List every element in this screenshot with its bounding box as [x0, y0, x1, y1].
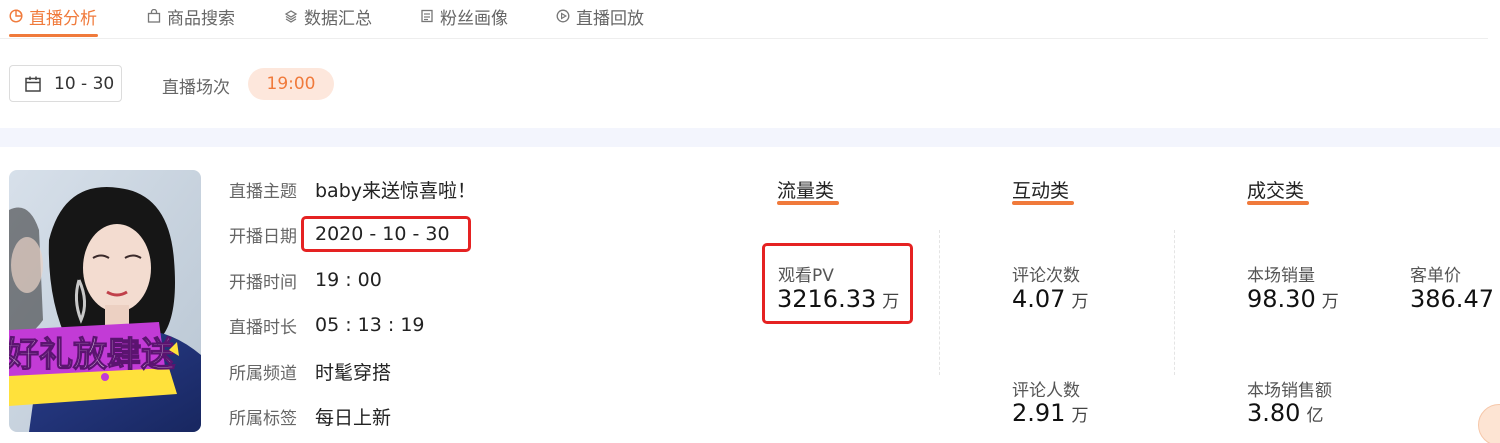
info-label: 所属频道: [229, 363, 297, 384]
category-title-traffic: 流量类: [777, 180, 835, 202]
info-label: 直播主题: [229, 181, 297, 202]
live-cover-image: 好礼放肆送: [9, 170, 201, 432]
play-circle-icon: [556, 9, 570, 23]
info-row-duration: 直播时长 05 : 13 : 19: [229, 312, 425, 338]
tab-live-analysis[interactable]: 直播分析: [9, 3, 97, 29]
info-label: 直播时长: [229, 317, 297, 338]
metric-unit: 万: [1071, 292, 1089, 312]
database-icon: [284, 10, 298, 23]
metric-label-sales-amount: 本场销售额: [1247, 381, 1332, 401]
profile-card-icon: [421, 9, 433, 23]
tab-live-replay[interactable]: 直播回放: [556, 3, 644, 29]
info-value: 每日上新: [315, 406, 392, 429]
metric-label-sales-volume: 本场销量: [1247, 266, 1315, 286]
metric-number: 98.30: [1247, 285, 1316, 313]
column-divider: [1174, 230, 1175, 375]
column-divider: [939, 230, 940, 375]
host-photo: 好礼放肆送: [9, 170, 201, 432]
tab-label: 数据汇总: [304, 8, 372, 29]
pie-chart-icon: [9, 9, 23, 23]
tab-label: 商品搜索: [167, 8, 235, 29]
active-tab-indicator: [9, 34, 98, 37]
live-analysis-page: 直播分析 商品搜索 数据汇总 粉丝画像 直播回放 10 - 30 直播场次 19…: [0, 0, 1500, 443]
category-title-deal: 成交类: [1247, 180, 1305, 202]
info-row-tag: 所属标签 每日上新: [229, 403, 391, 429]
info-row-theme: 直播主题 baby来送惊喜啦！: [229, 176, 476, 202]
tab-fan-profile[interactable]: 粉丝画像: [420, 3, 508, 29]
calendar-icon: [25, 76, 41, 92]
metric-value-comment-count: 4.07 万: [1012, 285, 1088, 313]
metric-label-avg-order-price: 客单价: [1410, 266, 1461, 286]
info-value: 时髦穿搭: [315, 361, 392, 384]
tab-data-summary[interactable]: 数据汇总: [284, 3, 372, 29]
info-label: 开播时间: [229, 272, 297, 293]
metric-unit: 万: [1321, 292, 1339, 312]
category-underline: [1012, 201, 1074, 205]
info-label: 所属标签: [229, 408, 297, 429]
tab-bar: 直播分析 商品搜索 数据汇总 粉丝画像 直播回放: [0, 0, 1488, 39]
category-underline: [777, 201, 839, 205]
section-divider-band: [0, 128, 1500, 147]
metric-value-sales-amount: 3.80 亿: [1247, 399, 1323, 427]
floating-helper-button[interactable]: [1478, 404, 1500, 443]
metric-value-avg-order-price: 386.47: [1410, 285, 1494, 313]
session-label: 直播场次: [162, 78, 230, 98]
date-value: 10 - 30: [54, 73, 115, 94]
metric-unit: 万: [1071, 406, 1089, 426]
session-time-pill[interactable]: 19:00: [248, 68, 334, 100]
metric-value-commenters: 2.91 万: [1012, 399, 1088, 427]
tab-label: 直播分析: [29, 8, 97, 29]
category-underline: [1247, 201, 1309, 205]
metric-label-comment-count: 评论次数: [1012, 266, 1080, 286]
info-value: baby来送惊喜啦！: [315, 179, 477, 202]
info-row-start-time: 开播时间 19 : 00: [229, 267, 382, 293]
metric-number: 4.07: [1012, 285, 1066, 313]
metric-value-sales-volume: 98.30 万: [1247, 285, 1339, 313]
metric-label-commenters: 评论人数: [1012, 381, 1080, 401]
metric-number: 3.80: [1247, 399, 1301, 427]
category-title-interaction: 互动类: [1012, 180, 1070, 202]
metric-number: 386.47: [1410, 285, 1494, 313]
info-value: 19 : 00: [315, 269, 382, 291]
info-row-channel: 所属频道 时髦穿搭: [229, 358, 391, 384]
cover-banner-text: 好礼放肆送: [9, 335, 175, 375]
bag-icon: [147, 9, 161, 23]
date-picker-button[interactable]: 10 - 30: [9, 65, 122, 102]
tab-label: 粉丝画像: [440, 8, 508, 29]
metric-unit: 亿: [1306, 406, 1324, 426]
metric-number: 2.91: [1012, 399, 1066, 427]
tab-product-search[interactable]: 商品搜索: [147, 3, 235, 29]
start-date-highlight-box: [301, 216, 471, 252]
info-value: 05 : 13 : 19: [315, 314, 425, 336]
tab-label: 直播回放: [576, 8, 644, 29]
view-pv-highlight-box: [762, 243, 913, 324]
